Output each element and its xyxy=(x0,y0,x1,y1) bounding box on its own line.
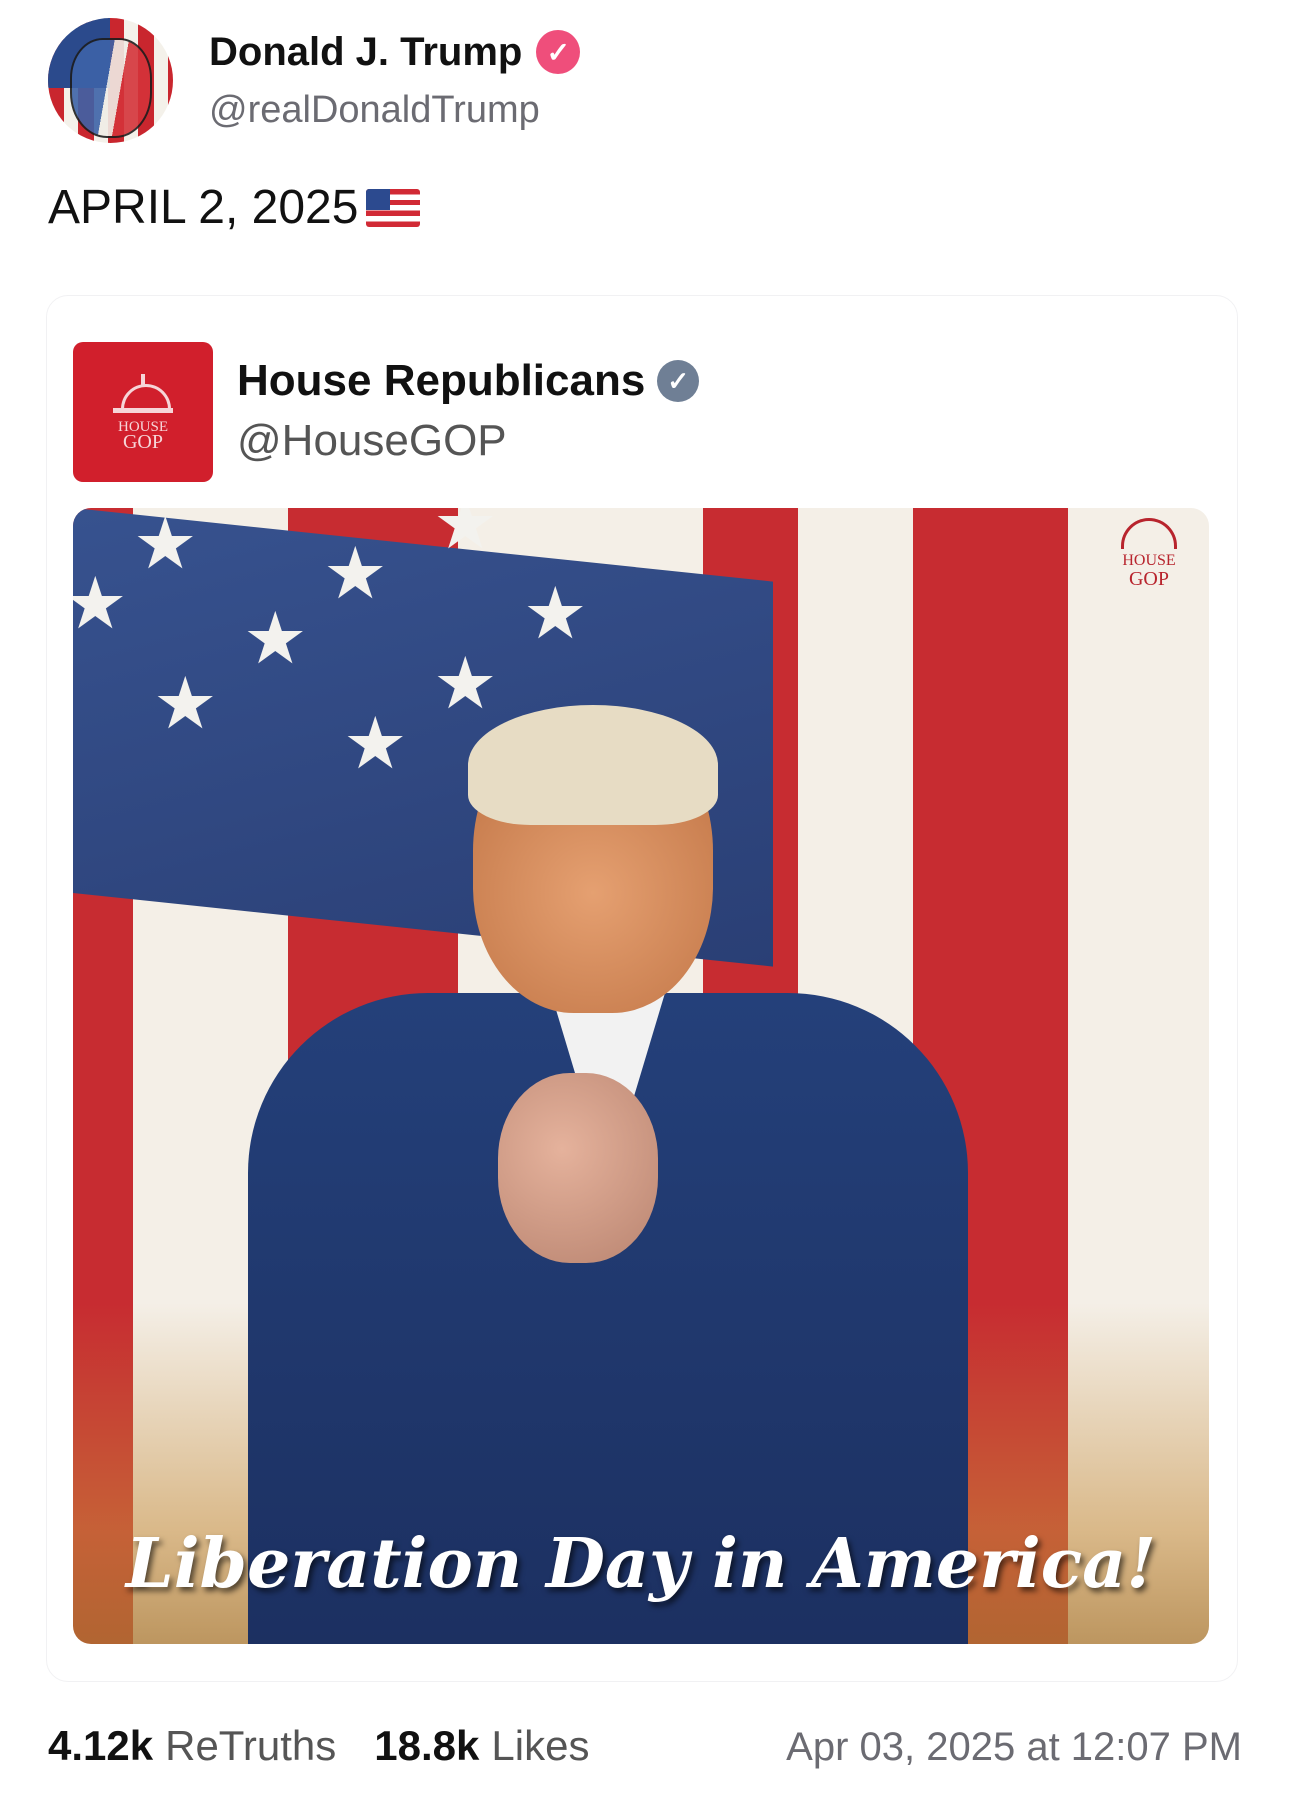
avatar-portrait xyxy=(70,38,152,138)
quoted-media-image[interactable]: ★ ★ ★ ★ ★ ★ ★ ★ ★ HOUSE GOP Liberation D… xyxy=(73,508,1209,1644)
retruths-label[interactable]: ReTruths xyxy=(165,1722,336,1770)
quoted-handle[interactable]: @HouseGOP xyxy=(237,416,699,466)
house-gop-logo-text: HOUSE GOP xyxy=(117,419,168,453)
verified-badge-icon: ✓ xyxy=(657,360,700,402)
media-caption: Liberation Day in America! xyxy=(125,1524,1157,1604)
quoted-display-name[interactable]: House Republicans xyxy=(237,356,645,406)
author-name-row: Donald J. Trump ✓ xyxy=(209,30,581,75)
flag-star-icon: ★ xyxy=(523,574,588,654)
avatar[interactable] xyxy=(48,18,173,143)
house-gop-watermark: HOUSE GOP xyxy=(1109,518,1189,589)
flag-star-icon: ★ xyxy=(243,599,308,679)
flag-star-icon: ★ xyxy=(433,644,498,724)
capitol-dome-icon xyxy=(1121,518,1177,549)
post-header: Donald J. Trump ✓ @realDonaldTrump xyxy=(48,18,581,143)
flag-star-icon: ★ xyxy=(153,664,218,744)
quoted-name-row: House Republicans ✓ xyxy=(237,356,700,406)
person-figure xyxy=(248,705,968,1644)
clapping-hands xyxy=(498,1073,658,1263)
author-handle[interactable]: @realDonaldTrump xyxy=(209,89,580,132)
post-timestamp[interactable]: Apr 03, 2025 at 12:07 PM xyxy=(786,1725,1242,1770)
house-gop-logo[interactable]: HOUSE GOP xyxy=(73,342,213,482)
verified-badge-icon: ✓ xyxy=(536,30,581,74)
author-identity: Donald J. Trump ✓ @realDonaldTrump xyxy=(209,30,581,132)
capitol-dome-icon xyxy=(113,374,173,416)
likes-label[interactable]: Likes xyxy=(491,1722,589,1770)
hair xyxy=(468,705,718,825)
quoted-post-card[interactable]: HOUSE GOP House Republicans ✓ @HouseGOP … xyxy=(46,295,1238,1682)
quoted-author-identity: House Republicans ✓ @HouseGOP xyxy=(237,356,700,466)
author-display-name[interactable]: Donald J. Trump xyxy=(209,30,522,75)
post-body: APRIL 2, 2025 xyxy=(48,180,421,235)
us-flag-emoji xyxy=(366,188,421,227)
post-stats: 4.12k ReTruths 18.8k Likes Apr 03, 2025 … xyxy=(48,1722,1242,1770)
flag-star-icon: ★ xyxy=(433,508,498,564)
flag-star-icon: ★ xyxy=(323,534,388,614)
flag-star-icon: ★ xyxy=(133,508,198,584)
flag-star-icon: ★ xyxy=(73,564,128,644)
retruths-count[interactable]: 4.12k xyxy=(48,1722,153,1770)
post-text: APRIL 2, 2025 xyxy=(48,181,359,234)
likes-count[interactable]: 18.8k xyxy=(374,1722,479,1770)
